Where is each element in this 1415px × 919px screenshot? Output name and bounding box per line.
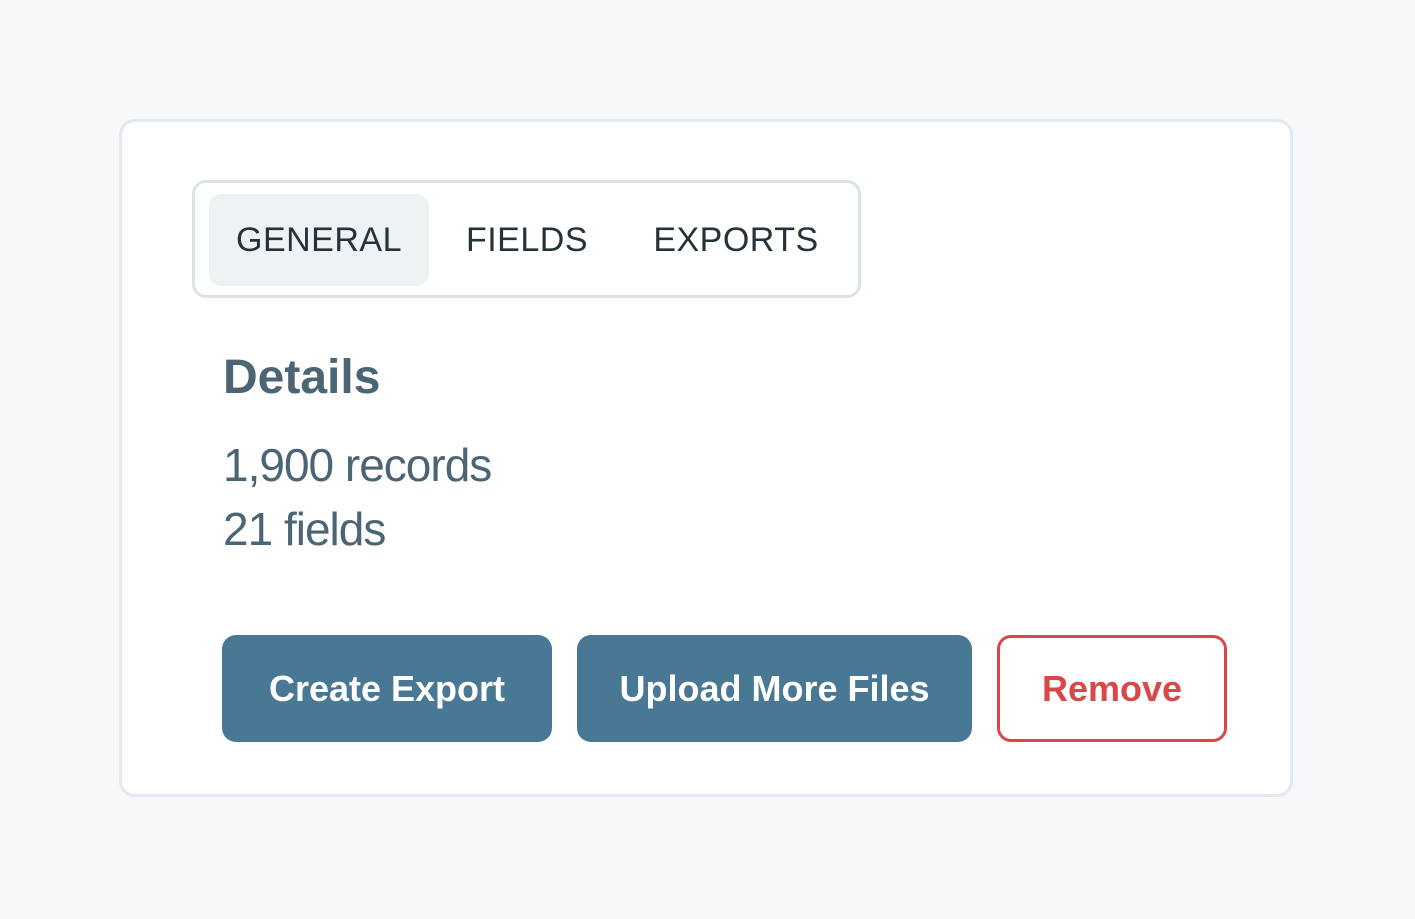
remove-button[interactable]: Remove xyxy=(997,635,1227,742)
details-heading: Details xyxy=(223,351,381,404)
create-export-button[interactable]: Create Export xyxy=(222,635,552,742)
tab-fields[interactable]: FIELDS xyxy=(447,194,607,286)
records-count: 1,900 records xyxy=(223,439,492,491)
fields-count: 21 fields xyxy=(223,503,386,555)
tab-exports[interactable]: EXPORTS xyxy=(631,194,841,286)
tab-bar: GENERAL FIELDS EXPORTS xyxy=(192,180,861,298)
tab-general[interactable]: GENERAL xyxy=(209,194,429,286)
upload-more-files-button[interactable]: Upload More Files xyxy=(577,635,972,742)
dataset-card: GENERAL FIELDS EXPORTS Details 1,900 rec… xyxy=(119,119,1293,797)
